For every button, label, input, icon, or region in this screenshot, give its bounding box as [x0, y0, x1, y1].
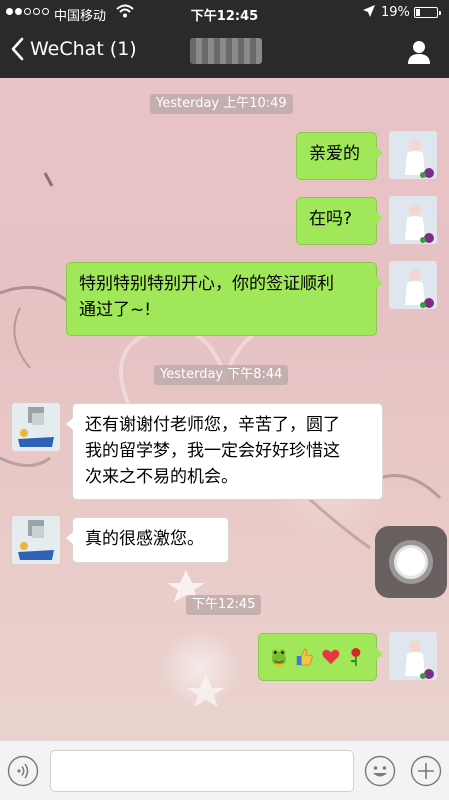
- chat-area[interactable]: Yesterday 上午10:49 亲爱的 在吗? 特别特别特别开心，你的签证顺…: [0, 78, 449, 740]
- avatar-image: [389, 632, 437, 680]
- red-heart-emoji-icon: [321, 649, 339, 665]
- wechat-chat-screen: 中国移动 下午12:45 19% WeChat (1) Yesterday 上午…: [0, 0, 449, 800]
- received-message-bubble[interactable]: 还有谢谢付老师您，辛苦了，圆了 我的留学梦，我一定会好好珍惜这 次来之不易的机会…: [66, 403, 383, 500]
- battery-icon: [414, 7, 441, 18]
- message-line: 通过了~!: [79, 300, 152, 320]
- timestamp-label: 下午12:45: [186, 595, 262, 615]
- battery-percentage: 19%: [381, 5, 410, 20]
- my-avatar[interactable]: [389, 196, 437, 244]
- message-line: 特别特别特别开心，你的签证顺利: [79, 274, 334, 294]
- navigation-bar: WeChat (1): [0, 26, 449, 78]
- contact-name: [190, 38, 262, 64]
- contact-avatar[interactable]: [12, 516, 60, 564]
- received-message-bubble[interactable]: 真的很感激您。: [66, 517, 229, 563]
- assistive-ring-inner: [397, 548, 425, 576]
- back-label: WeChat (1): [30, 38, 137, 60]
- profile-icon[interactable]: [406, 39, 432, 65]
- back-button[interactable]: WeChat (1): [10, 37, 137, 61]
- emoji-picker-icon[interactable]: [364, 755, 396, 787]
- battery-fill: [416, 9, 420, 16]
- my-avatar[interactable]: [389, 131, 437, 179]
- sent-message-bubble[interactable]: 在吗?: [296, 197, 383, 245]
- timestamp-label: Yesterday 下午8:44: [154, 365, 289, 385]
- avatar-image: [389, 131, 437, 179]
- add-more-icon[interactable]: [410, 755, 442, 787]
- rose-emoji-icon: [350, 648, 361, 666]
- status-bar: 中国移动 下午12:45 19%: [0, 0, 449, 26]
- assistive-touch-button[interactable]: [375, 526, 447, 598]
- avatar-image: [12, 516, 60, 564]
- timestamp-label: Yesterday 上午10:49: [150, 94, 293, 114]
- emoji-row: [269, 644, 366, 670]
- contact-name-text: [190, 38, 262, 64]
- frog-face-emoji-icon: [271, 649, 287, 667]
- avatar-image: [389, 261, 437, 309]
- avatar-image: [389, 196, 437, 244]
- message-input-bar: [0, 740, 449, 800]
- sent-message-bubble[interactable]: [258, 633, 383, 681]
- sent-message-bubble[interactable]: 亲爱的: [296, 132, 383, 180]
- message-text: 亲爱的: [309, 144, 360, 164]
- contact-avatar[interactable]: [12, 403, 60, 451]
- message-text: 在吗?: [309, 209, 353, 229]
- message-text-input[interactable]: [50, 750, 354, 792]
- voice-input-icon[interactable]: [7, 755, 39, 787]
- message-line: 我的留学梦，我一定会好好珍惜这: [85, 441, 340, 461]
- message-text: 真的很感激您。: [85, 529, 204, 549]
- my-avatar[interactable]: [389, 632, 437, 680]
- thumbs-up-emoji-icon: [296, 648, 313, 666]
- chevron-left-icon: [11, 37, 24, 61]
- location-arrow-icon: [362, 4, 376, 22]
- avatar-image: [12, 403, 60, 451]
- message-line: 次来之不易的机会。: [85, 467, 238, 487]
- my-avatar[interactable]: [389, 261, 437, 309]
- sent-message-bubble[interactable]: 特别特别特别开心，你的签证顺利 通过了~!: [66, 262, 383, 336]
- message-line: 还有谢谢付老师您，辛苦了，圆了: [85, 415, 340, 435]
